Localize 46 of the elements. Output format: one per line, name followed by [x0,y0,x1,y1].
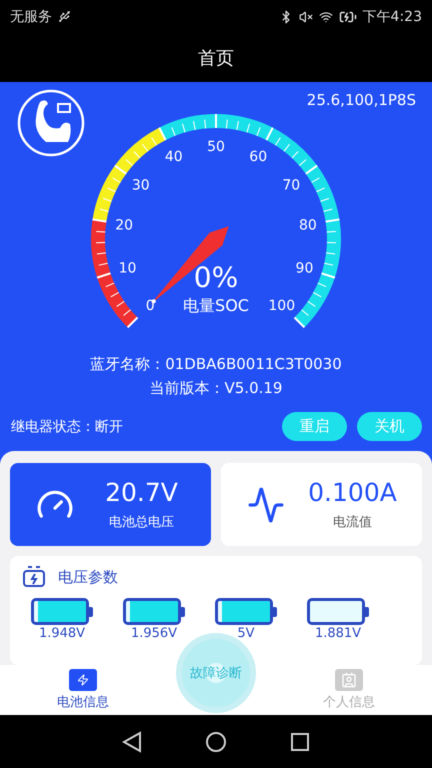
action-button[interactable]: 关机 [357,412,422,441]
gauge-tick-label: 30 [132,177,150,194]
stat-label: 电池总电压 [109,514,174,531]
pulse-icon [247,486,285,524]
page-title: 首页 [198,46,234,70]
nav-tab[interactable]: 个人信息 [266,665,432,715]
cell-voltage: 1.956V [130,626,178,641]
gauge-tick-label: 50 [207,139,225,155]
cell-voltage: 1.948V [38,626,86,641]
gauge-tick-label: 70 [282,177,300,194]
bluetooth-name-text: 蓝牙名称：01DBA6B0011C3T0030 [90,354,342,375]
cell-battery [31,598,93,625]
gauge-tick-label: 20 [115,217,134,234]
soc-percent: 0% [194,261,238,294]
action-button[interactable]: 重启 [282,412,347,441]
soc-label: 电量SOC [183,296,249,315]
gauge-tick-label: 90 [296,260,314,277]
usb-icon [58,10,71,23]
carrier-text: 无服务 [10,8,52,26]
logo-icon [16,88,86,158]
battery-bolt-icon [22,566,46,588]
cell-voltage: 1.881V [314,626,362,641]
cell-battery [123,598,185,625]
stat-value: 20.7V [105,478,178,507]
back-icon[interactable] [122,730,142,752]
gauge-tick-label: 60 [249,149,268,166]
cell-battery [215,598,277,625]
mute-icon [298,10,313,24]
cell-battery [307,598,369,625]
config-text: 25.6,100,1P8S [306,91,416,109]
profile-card-icon [335,669,363,691]
battery-icon [69,669,97,691]
wifi-icon [318,10,333,24]
gauge-tick-label: 40 [164,149,183,166]
stat-value: 0.100A [308,478,397,507]
section-title: 电压参数 [58,568,118,586]
gauge-tick-label: 100 [268,298,296,314]
home-icon[interactable] [204,730,227,752]
clock-text: 下午4:23 [362,8,422,26]
recents-icon[interactable] [290,732,310,752]
nav-tab[interactable]: 电池信息 [0,665,166,715]
stat-label: 电流值 [333,514,372,531]
gauge-tick-label: 80 [298,217,317,234]
relay-status-text: 继电器状态：断开 [11,418,123,436]
gauge-tick-label: 10 [118,260,136,277]
version-text: 当前版本：V5.0.19 [150,378,282,399]
